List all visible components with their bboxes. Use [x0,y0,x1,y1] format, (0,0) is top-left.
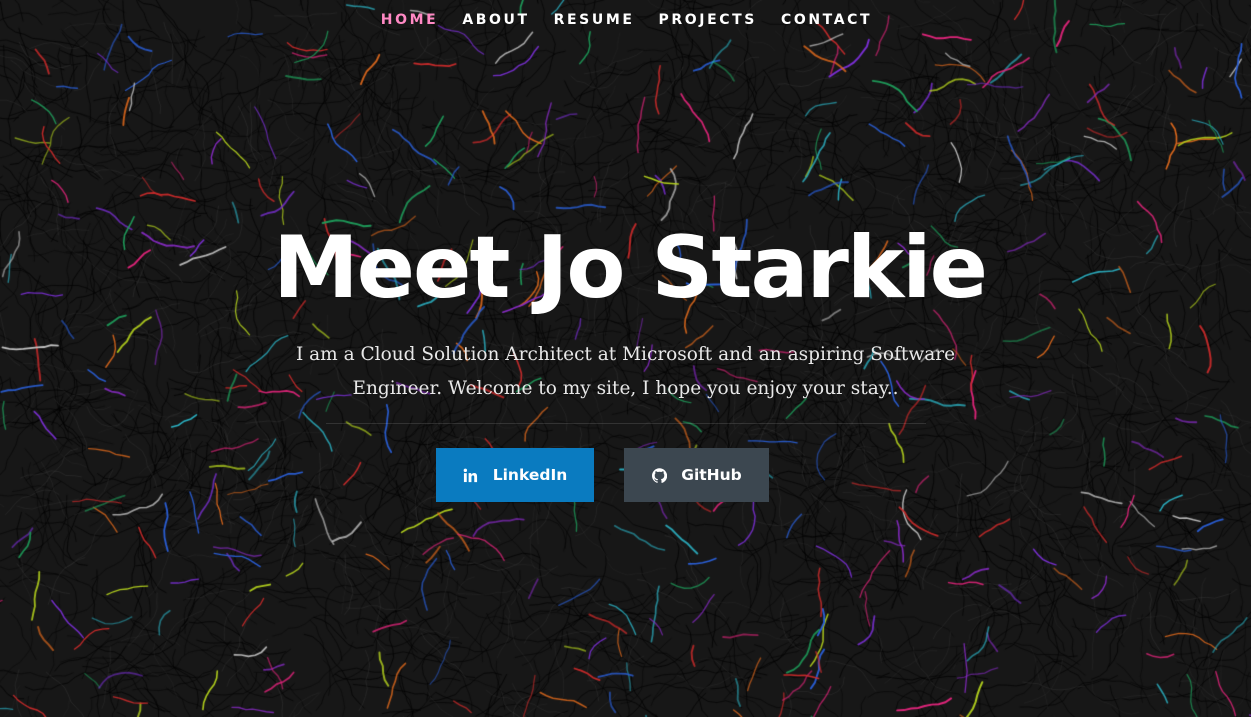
page-title: Meet Jo Starkie [273,218,988,318]
hero-background: HOME ABOUT RESUME PROJECTS CONTACT Meet … [0,0,1251,717]
hero-divider [325,423,926,424]
top-navigation: HOME ABOUT RESUME PROJECTS CONTACT [0,0,1251,40]
nav-about[interactable]: ABOUT [462,0,529,40]
github-button[interactable]: GitHub [624,448,769,502]
hero-section: Meet Jo Starkie I am a Cloud Solution Ar… [0,213,1251,424]
nav-projects[interactable]: PROJECTS [659,0,757,40]
linkedin-button[interactable]: LinkedIn [436,448,594,502]
linkedin-button-label: LinkedIn [492,466,568,484]
nav-resume[interactable]: RESUME [554,0,635,40]
nav-contact[interactable]: CONTACT [781,0,872,40]
social-buttons: LinkedIn GitHub [0,448,1251,502]
nav-home[interactable]: HOME [381,0,439,40]
hero-subtitle: I am a Cloud Solution Architect at Micro… [295,344,956,399]
github-button-label: GitHub [681,466,742,484]
github-icon [651,467,667,483]
linkedin-icon [463,467,479,483]
